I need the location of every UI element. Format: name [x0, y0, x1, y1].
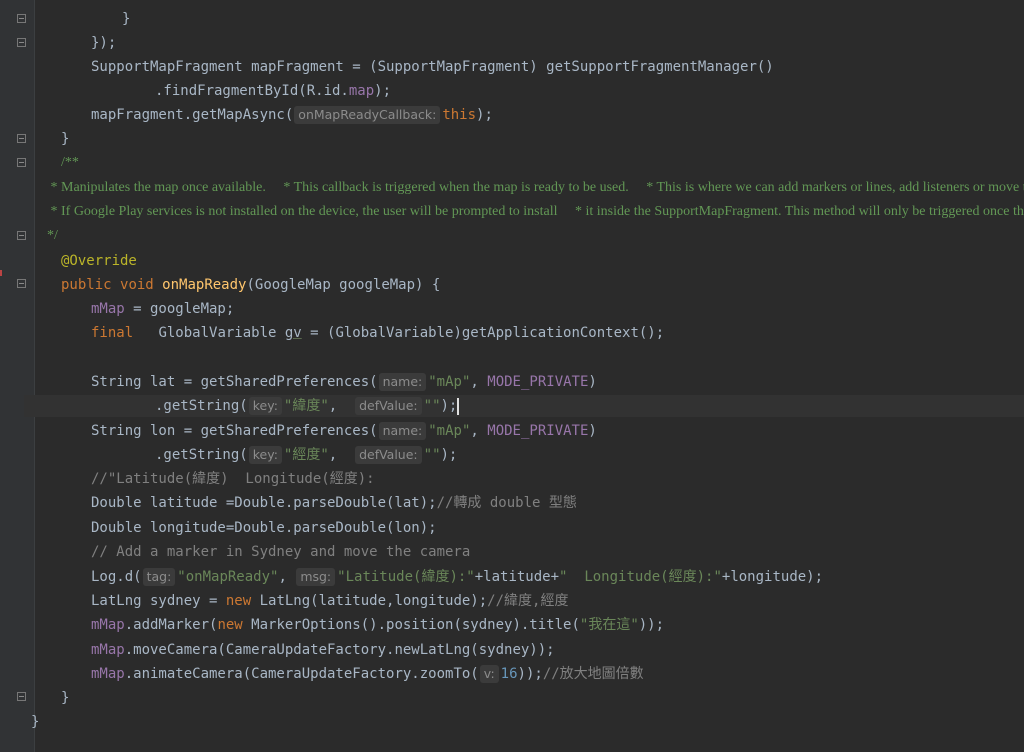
javadoc-line: * Manipulates the map once available. * …: [47, 180, 1024, 195]
code-line: mMap.addMarker(new MarkerOptions().posit…: [91, 617, 665, 633]
fold-marker-icon[interactable]: [17, 14, 26, 23]
text-caret: [457, 397, 460, 415]
code-line: final GlobalVariable gv = (GlobalVariabl…: [91, 325, 665, 341]
fold-marker-icon[interactable]: [17, 279, 26, 288]
code-line: mapFragment.getMapAsync(onMapReadyCallba…: [91, 106, 493, 124]
editor-gutter: [0, 0, 35, 752]
javadoc-line: * If Google Play services is not install…: [47, 204, 1024, 219]
javadoc-line: */: [47, 228, 58, 243]
code-line: @Override: [61, 253, 137, 269]
code-line: // Add a marker in Sydney and move the c…: [91, 544, 471, 560]
fold-marker-icon[interactable]: [17, 134, 26, 143]
fold-marker-icon[interactable]: [17, 231, 26, 240]
code-line: .getString(key: "經度", defValue: "");: [155, 446, 458, 464]
code-line: Double longitude=Double.parseDouble(lon)…: [91, 520, 437, 536]
code-line: String lat = getSharedPreferences(name: "…: [91, 373, 597, 391]
code-line: }: [61, 690, 70, 706]
code-line: LatLng sydney = new LatLng(latitude,long…: [91, 593, 569, 609]
code-line: Double latitude =Double.parseDouble(lat)…: [91, 495, 577, 511]
fold-marker-icon[interactable]: [17, 692, 26, 701]
code-text: });: [91, 35, 117, 51]
code-line: public void onMapReady(GoogleMap googleM…: [61, 277, 441, 293]
javadoc-line: /**: [61, 155, 79, 170]
fold-marker-icon[interactable]: [17, 38, 26, 47]
code-line: }: [122, 11, 131, 27]
code-line-current: .getString(key: "緯度", defValue: "");: [24, 395, 1024, 417]
code-line: }: [61, 131, 70, 147]
code-line: });: [91, 32, 1024, 54]
fold-marker-icon[interactable]: [17, 158, 26, 167]
param-hint: onMapReadyCallback:: [294, 106, 441, 124]
code-line: mMap.moveCamera(CameraUpdateFactory.newL…: [91, 642, 555, 658]
code-line: SupportMapFragment mapFragment = (Suppor…: [91, 59, 774, 75]
code-line: String lon = getSharedPreferences(name: "…: [91, 422, 597, 440]
code-line: //"Latitude(緯度) Longitude(經度):: [91, 471, 375, 487]
code-line: Log.d(tag: "onMapReady", msg: "Latitude(緯度…: [91, 568, 824, 586]
override-marker-icon[interactable]: [0, 270, 2, 276]
code-line: mMap = googleMap;: [91, 301, 235, 317]
code-line: .findFragmentById(R.id.map);: [155, 83, 392, 99]
code-line: mMap.animateCamera(CameraUpdateFactory.z…: [91, 665, 644, 683]
code-line: }: [31, 714, 40, 730]
